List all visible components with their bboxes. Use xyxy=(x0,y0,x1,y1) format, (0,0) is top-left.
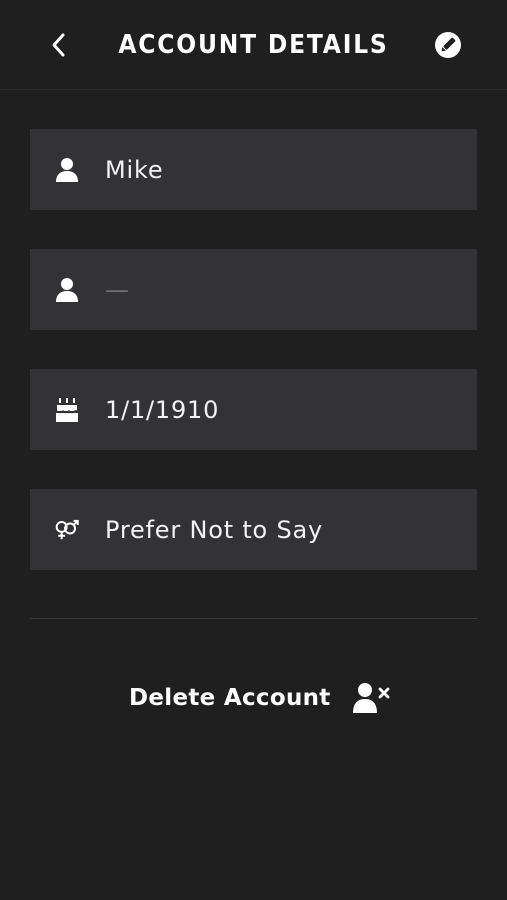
divider xyxy=(30,618,477,619)
delete-account-button[interactable]: Delete Account xyxy=(129,676,391,720)
gender-value: Prefer Not to Say xyxy=(105,515,324,544)
app-header: ACCOUNT DETAILS xyxy=(0,0,507,90)
last-name-value: — xyxy=(105,275,130,304)
gender-icon xyxy=(54,489,80,570)
first-name-field[interactable]: Mike xyxy=(30,129,477,210)
gender-field[interactable]: Prefer Not to Say xyxy=(30,489,477,570)
last-name-field[interactable]: — xyxy=(30,249,477,330)
birthday-cake-icon xyxy=(54,369,80,450)
first-name-value: Mike xyxy=(105,155,164,184)
delete-account-label: Delete Account xyxy=(129,685,331,711)
pencil-circle-icon xyxy=(435,32,461,58)
edit-button[interactable] xyxy=(430,27,466,63)
birthdate-field[interactable]: 1/1/1910 xyxy=(30,369,477,450)
page-title: ACCOUNT DETAILS xyxy=(118,30,389,60)
person-icon xyxy=(54,129,80,210)
person-icon xyxy=(54,249,80,330)
remove-user-icon xyxy=(352,682,391,714)
birthdate-value: 1/1/1910 xyxy=(105,395,220,424)
